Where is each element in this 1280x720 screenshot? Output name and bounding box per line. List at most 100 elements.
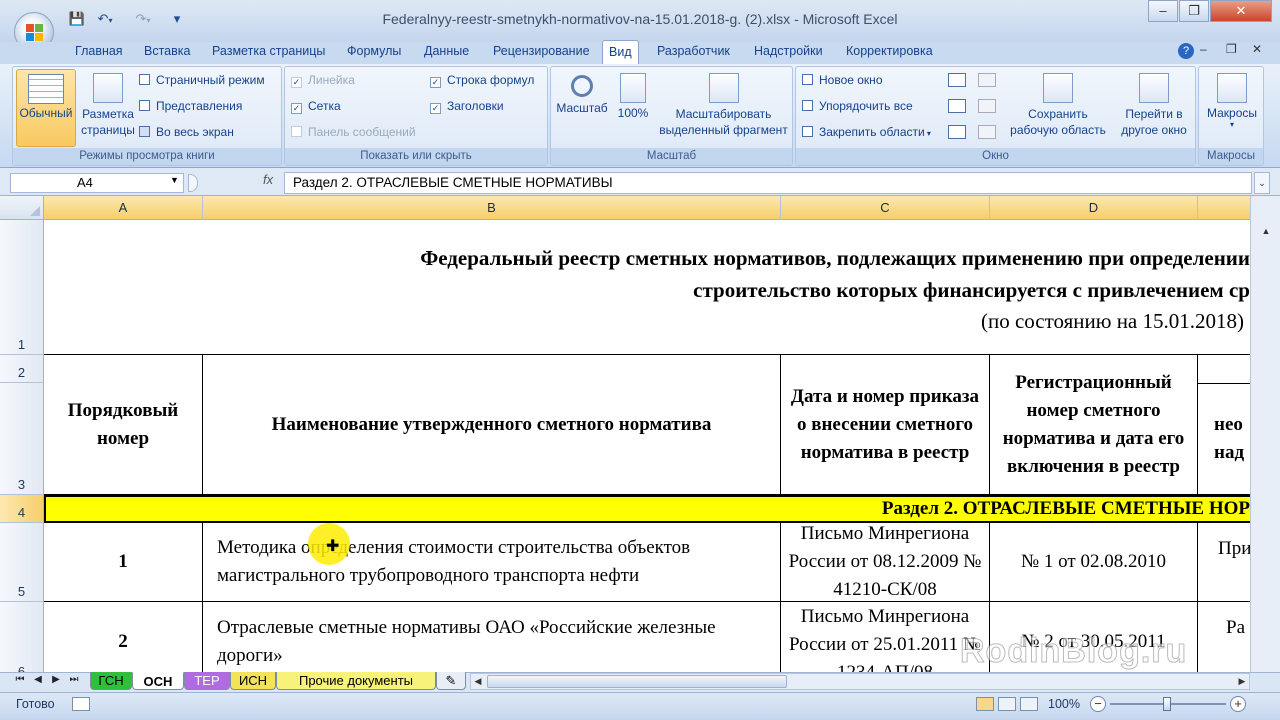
column-header-a[interactable]: A xyxy=(44,196,203,220)
sheet-title-cell[interactable]: Федеральный реестр сметных нормативов, п… xyxy=(44,220,1250,355)
tab-addins[interactable]: Надстройки xyxy=(752,44,825,64)
next-sheet-arrow-icon[interactable]: ▶ xyxy=(50,674,62,685)
zoom-to-selection-button[interactable]: Масштабировать выделенный фрагмент xyxy=(655,69,792,147)
minimize-button[interactable]: – xyxy=(1148,0,1178,22)
sheet-tab-gsn[interactable]: ГСН xyxy=(90,672,132,690)
scroll-left-arrow-icon[interactable]: ◀ xyxy=(471,674,485,689)
scroll-right-arrow-icon[interactable]: ▶ xyxy=(1235,674,1249,689)
cell-a5[interactable]: 1 xyxy=(44,523,203,602)
select-all-corner[interactable] xyxy=(0,196,44,220)
zoom-button[interactable]: Масштаб xyxy=(553,69,611,147)
section-header-cell[interactable]: Раздел 2. ОТРАСЛЕВЫЕ СМЕТНЫЕ НОР xyxy=(44,495,1250,523)
zoom-out-icon[interactable]: − xyxy=(1090,696,1106,712)
cell-c6[interactable]: Письмо Минрегиона России от 25.01.2011 №… xyxy=(781,602,990,672)
page-break-view-button[interactable]: Страничный режим xyxy=(139,73,265,87)
tab-formulas[interactable]: Формулы xyxy=(345,44,403,64)
cell-c5[interactable]: Письмо Минрегиона России от 08.12.2009 №… xyxy=(781,523,990,602)
prev-sheet-arrow-icon[interactable]: ◀ xyxy=(32,674,44,685)
freeze-panes-button[interactable]: Закрепить области ▾ xyxy=(802,125,931,139)
cell-b5[interactable]: Методика определения стоимости строитель… xyxy=(203,523,781,602)
arrange-all-button[interactable]: Упорядочить все xyxy=(802,99,913,113)
horizontal-scrollbar[interactable]: ◀ ▶ xyxy=(470,673,1250,690)
column-header-d[interactable]: D xyxy=(990,196,1198,220)
formula-bar-checkbox[interactable]: ✓ Строка формул xyxy=(430,73,534,88)
reset-position-icon[interactable] xyxy=(978,125,996,139)
first-sheet-arrow-icon[interactable]: ⏮ xyxy=(14,674,26,685)
tab-insert[interactable]: Вставка xyxy=(142,44,192,64)
cell-d5[interactable]: № 1 от 02.08.2010 xyxy=(990,523,1198,602)
macro-record-icon[interactable] xyxy=(72,697,90,711)
horizontal-scroll-thumb[interactable] xyxy=(487,675,787,688)
gridlines-checkbox[interactable]: ✓ Сетка xyxy=(291,99,341,114)
sheet-tab-other-docs[interactable]: Прочие документы xyxy=(276,672,436,690)
tab-page-layout[interactable]: Разметка страницы xyxy=(210,44,327,64)
sheet-tab-isn[interactable]: ИСН xyxy=(230,672,276,690)
row-header-3[interactable]: 3 xyxy=(0,383,44,495)
page-layout-status-icon[interactable] xyxy=(998,697,1016,711)
column-header-b[interactable]: B xyxy=(203,196,781,220)
formula-input[interactable]: Раздел 2. ОТРАСЛЕВЫЕ СМЕТНЫЕ НОРМАТИВЫ xyxy=(284,172,1252,194)
last-sheet-arrow-icon[interactable]: ⏭ xyxy=(68,674,80,685)
switch-windows-button[interactable]: Перейти в другое окно xyxy=(1112,69,1196,147)
split-icon[interactable] xyxy=(948,73,966,87)
tab-home[interactable]: Главная xyxy=(73,44,125,64)
normal-view-button[interactable]: Обычный xyxy=(16,69,76,147)
tab-developer[interactable]: Разработчик xyxy=(655,44,732,64)
header-cell-e[interactable]: нео над xyxy=(1198,383,1250,495)
cell-a6[interactable]: 2 xyxy=(44,602,203,672)
side-by-side-icon[interactable] xyxy=(978,73,996,87)
worksheet-grid[interactable]: A B C D 1 2 3 4 5 6 Федеральный реестр с… xyxy=(0,196,1250,672)
row-header-5[interactable]: 5 xyxy=(0,523,44,602)
hide-icon[interactable] xyxy=(948,99,966,113)
row-header-1[interactable]: 1 xyxy=(0,220,44,355)
insert-function-icon[interactable]: fx xyxy=(263,172,273,187)
zoom-in-icon[interactable]: + xyxy=(1230,696,1246,712)
tab-data[interactable]: Данные xyxy=(422,44,471,64)
insert-sheet-icon[interactable]: ✎ xyxy=(436,672,466,690)
page-break-status-icon[interactable] xyxy=(1020,697,1038,711)
cell-e6[interactable]: Ра xyxy=(1198,602,1250,672)
sheet-tab-osn[interactable]: ОСН xyxy=(132,672,184,690)
tab-correction[interactable]: Корректировка xyxy=(844,44,935,64)
column-header-c[interactable]: C xyxy=(781,196,990,220)
workbook-minimize-icon[interactable]: – xyxy=(1200,42,1207,56)
header-cell-order[interactable]: Дата и номер приказа о внесении сметного… xyxy=(781,355,990,495)
zoom-slider-thumb[interactable] xyxy=(1163,697,1171,711)
restore-button[interactable]: ❐ xyxy=(1179,0,1209,22)
scroll-up-arrow-icon[interactable]: ▲ xyxy=(1259,226,1273,240)
cell-e5[interactable]: При xyxy=(1198,523,1250,602)
normal-view-status-icon[interactable] xyxy=(976,697,994,711)
header-cell-number[interactable]: Порядковый номер xyxy=(44,355,203,495)
expand-formula-bar-icon[interactable]: ⌄ xyxy=(1254,172,1270,194)
workbook-close-icon[interactable]: ✕ xyxy=(1252,42,1262,56)
tab-view[interactable]: Вид xyxy=(602,40,639,64)
name-box-dropdown-icon[interactable]: ▼ xyxy=(170,175,179,185)
new-window-button[interactable]: Новое окно xyxy=(802,73,883,87)
column-header-e[interactable] xyxy=(1198,196,1250,220)
tab-review[interactable]: Рецензирование xyxy=(491,44,592,64)
cell-b6[interactable]: Отраслевые сметные нормативы ОАО «Россий… xyxy=(203,602,781,672)
sync-scroll-icon[interactable] xyxy=(978,99,996,113)
custom-views-button[interactable]: Представления xyxy=(139,99,242,113)
help-icon[interactable]: ? xyxy=(1178,43,1194,59)
row-header-4[interactable]: 4 xyxy=(0,495,44,523)
zoom-level[interactable]: 100% xyxy=(1048,697,1080,711)
page-layout-view-button[interactable]: Разметка страницы xyxy=(79,69,137,147)
ruler-checkbox[interactable]: ✓ Линейка xyxy=(291,73,355,88)
sheet-tab-ter[interactable]: ТЕР xyxy=(184,672,230,690)
save-workspace-button[interactable]: Сохранить рабочую область xyxy=(1006,69,1110,147)
vertical-scrollbar[interactable]: ▲ xyxy=(1250,196,1280,672)
unhide-icon[interactable] xyxy=(948,125,966,139)
close-button[interactable]: ✕ xyxy=(1210,0,1272,22)
header-cell-reg-number[interactable]: Регистрационный номер сметного норматива… xyxy=(990,355,1198,495)
row-header-6[interactable]: 6 xyxy=(0,602,44,672)
name-box[interactable]: A4 xyxy=(10,173,184,193)
header-cell-name[interactable]: Наименование утвержденного сметного норм… xyxy=(203,355,781,495)
row-header-2[interactable]: 2 xyxy=(0,355,44,383)
macros-button[interactable]: Макросы ▾ xyxy=(1201,69,1263,147)
workbook-restore-icon[interactable]: ❐ xyxy=(1226,42,1237,56)
zoom-100-button[interactable]: 100% xyxy=(613,69,653,147)
fullscreen-button[interactable]: Во весь экран xyxy=(139,125,234,139)
headings-checkbox[interactable]: ✓ Заголовки xyxy=(430,99,504,114)
message-bar-checkbox[interactable]: Панель сообщений xyxy=(291,125,416,139)
